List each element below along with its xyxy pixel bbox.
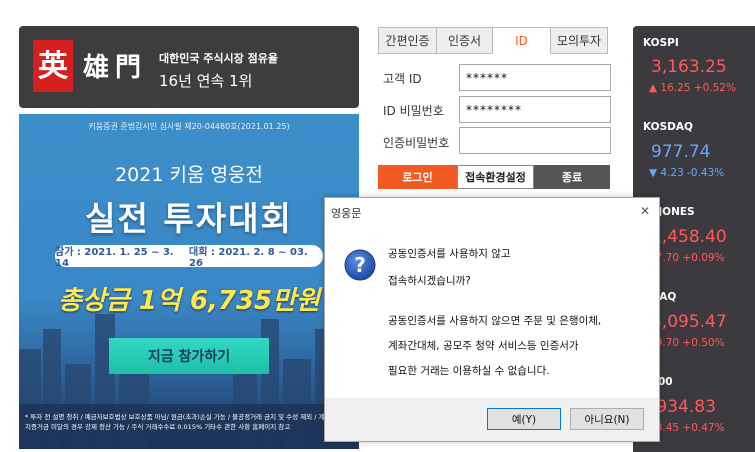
dialog-message-line-2: 접속하시겠습니까? (388, 275, 471, 287)
index-value-sp500: ,934.83 (651, 397, 716, 417)
dialog-title: 영웅문 (331, 207, 362, 220)
customer-id-field[interactable]: ****** (459, 64, 611, 91)
exit-button[interactable]: 종료 (534, 165, 610, 189)
svg-text:?: ? (354, 253, 366, 277)
cert-password-label: 인증비밀번호 (383, 136, 450, 150)
index-change-dow-jones: 27.70 +0.09% (649, 252, 725, 264)
brand-banner: 英 雄 門 대한민국 주식시장 점유율 16년 연속 1위 (19, 26, 359, 108)
index-change-sp500: 18.45 +0.47% (649, 422, 725, 434)
index-name-kosdaq: KOSDAQ (643, 121, 693, 133)
tab-id[interactable]: ID (492, 27, 551, 54)
question-icon: ? (344, 249, 376, 281)
join-now-button[interactable]: 지금 참가하기 (109, 338, 269, 374)
index-value-kosdaq: 977.74 (651, 142, 711, 162)
promo-dates-pill: 참가 : 2021. 1. 25 ~ 3. 14 대회 : 2021. 2. 8… (55, 245, 323, 269)
dialog-message-line-1: 공동인증서를 사용하지 않고 (388, 248, 511, 260)
cert-password-field[interactable] (459, 127, 611, 154)
tab-certificate[interactable]: 인증서 (436, 27, 493, 54)
index-change-nasdaq: 69.70 +0.50% (649, 337, 725, 349)
dialog-message-line-4: 계좌간대체, 공모주 청약 서비스등 인증서가 (388, 340, 579, 352)
dialog-titlebar[interactable]: 영웅문 ✕ (325, 198, 659, 228)
brand-tagline-1: 대한민국 주식시장 점유율 (159, 52, 278, 65)
promo-headline: 실전 투자대회 (85, 199, 293, 238)
yes-button[interactable]: 예(Y) (487, 408, 561, 430)
dialog-message-line-5: 필요한 거래는 이용하실 수 없습니다. (388, 365, 550, 377)
index-name-kospi: KOSPI (643, 37, 679, 49)
brand-logo-char-1: 英 (38, 49, 69, 84)
dialog-body: ? 공동인증서를 사용하지 않고 접속하시겠습니까? 공동인증서를 사용하지 않… (325, 228, 659, 398)
index-change-kospi: ▲ 16.25 +0.52% (649, 82, 736, 94)
promo-approval-notice: 키움증권 준법감시인 심사필 제20-04480호(2021.01.25) (88, 122, 290, 131)
brand-logo-char-3: 門 (115, 53, 141, 83)
password-label: ID 비밀번호 (383, 104, 444, 118)
index-value-dow-jones: 1,458.40 (651, 227, 727, 247)
promo-contest-period: 대회 : 2021. 2. 8 ~ 03. 26 (189, 247, 308, 269)
no-button[interactable]: 아니요(N) (570, 408, 644, 430)
dialog-message-line-3: 공동인증서를 사용하지 않으면 주문 및 은행이체, (388, 315, 602, 327)
brand-tagline-2: 16년 연속 1위 (159, 72, 253, 90)
login-button[interactable]: 로그인 (378, 165, 457, 189)
close-icon[interactable]: ✕ (637, 203, 653, 219)
brand-logo-char-2: 雄 (82, 53, 109, 83)
tab-mock-trading[interactable]: 모의투자 (550, 27, 608, 54)
index-value-kospi: 3,163.25 (651, 57, 727, 77)
promo-entry-period: 참가 : 2021. 1. 25 ~ 3. 14 (55, 247, 174, 269)
index-change-kosdaq: ▼ 4.23 -0.43% (649, 167, 725, 179)
password-field[interactable]: ******** (459, 96, 611, 123)
promo-prize: 총상금 1억 6,735만원 (58, 286, 320, 316)
login-tabs: 간편인증 인증서 ID 모의투자 (378, 27, 608, 54)
index-value-nasdaq: 4,095.47 (651, 312, 727, 332)
connection-settings-button[interactable]: 접속환경설정 (457, 165, 534, 189)
tab-simple-auth[interactable]: 간편인증 (378, 27, 437, 54)
promo-title: 2021 키움 영웅전 (115, 164, 263, 186)
promo-fine-print: * 투자 전 설명 청취 / 예금자보호법상 보호상품 아님/ 원금(초과)손실… (25, 413, 353, 431)
customer-id-label: 고객 ID (383, 72, 422, 86)
brand-logo: 英 雄 門 (33, 40, 141, 92)
confirm-dialog: 영웅문 ✕ ? 공동인증서를 사용하지 않고 접속하시겠습니까? 공동인증서를 … (324, 197, 660, 442)
dialog-footer: 예(Y) 아니요(N) (325, 398, 659, 441)
promo-banner[interactable]: 키움증권 준법감시인 심사필 제20-04480호(2021.01.25) 20… (19, 114, 359, 449)
